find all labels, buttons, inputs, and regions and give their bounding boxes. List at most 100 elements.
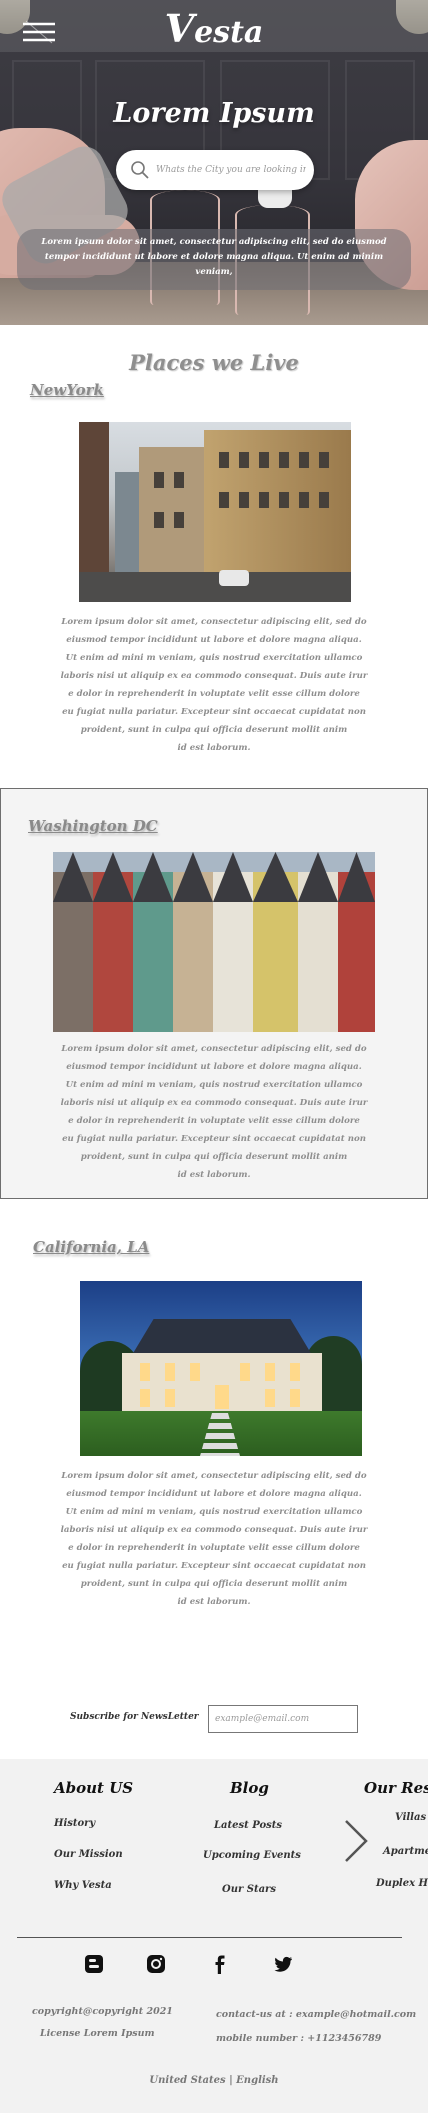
window	[299, 492, 309, 508]
search-icon[interactable]	[130, 160, 150, 180]
window	[319, 452, 329, 468]
place-description: Lorem ipsum dolor sit amet, consectetur …	[58, 1040, 370, 1184]
place-name-washington[interactable]: Washington DC	[28, 817, 158, 835]
footer-link-latest-posts[interactable]: Latest Posts	[214, 1820, 282, 1831]
footer-link-history[interactable]: History	[54, 1818, 95, 1829]
newsletter-label: Subscribe for NewsLetter	[70, 1712, 199, 1722]
car	[219, 570, 249, 586]
search-input[interactable]	[156, 159, 306, 181]
desc-line: eiusmod tempor incididunt ut labore et d…	[66, 635, 362, 645]
footer-blog-title: Blog	[230, 1779, 269, 1797]
brand-name: esta	[194, 15, 264, 50]
footer-about-title: About US	[54, 1779, 134, 1797]
brand-initial: V	[164, 6, 195, 51]
footer-link-why-vesta[interactable]: Why Vesta	[54, 1880, 112, 1891]
desc-line: e dolor in reprehenderit in voluptate ve…	[68, 689, 360, 699]
desc-line: eiusmod tempor incididunt ut labore et d…	[66, 1489, 362, 1499]
window	[219, 452, 229, 468]
desc-line: id est laborum.	[177, 1597, 251, 1607]
window	[219, 492, 229, 508]
place-description: Lorem ipsum dolor sit amet, consectetur …	[58, 1467, 370, 1611]
window	[174, 472, 184, 488]
desc-line: e dolor in reprehenderit in voluptate ve…	[68, 1116, 360, 1126]
footer-link-our-stars[interactable]: Our Stars	[222, 1884, 276, 1895]
desc-line: laboris nisi ut aliquip ex ea commodo co…	[60, 671, 368, 681]
footer-contact[interactable]: contact-us at : example@hotmail.com	[216, 2009, 416, 2020]
blogger-icon[interactable]	[84, 1954, 104, 1974]
window	[240, 1363, 250, 1381]
window	[239, 452, 249, 468]
window	[165, 1389, 175, 1407]
window	[319, 492, 329, 508]
desc-line: proident, sunt in culpa qui officia dese…	[80, 1152, 348, 1162]
footer	[0, 1759, 428, 2113]
hero-description: Lorem ipsum dolor sit amet, consectetur …	[17, 229, 411, 290]
window	[290, 1389, 300, 1407]
window	[239, 492, 249, 508]
desc-line: laboris nisi ut aliquip ex ea commodo co…	[60, 1098, 368, 1108]
california-image	[80, 1281, 362, 1456]
twitter-icon[interactable]	[273, 1954, 293, 1974]
footer-link-villas[interactable]: Villas	[395, 1812, 426, 1823]
desc-line: Lorem ipsum dolor sit amet, consectetur …	[61, 617, 367, 627]
footer-link-upcoming-events[interactable]: Upcoming Events	[203, 1850, 301, 1861]
window	[140, 1389, 150, 1407]
desc-line: proident, sunt in culpa qui officia dese…	[80, 1579, 348, 1589]
window	[190, 1363, 200, 1381]
footer-link-apartments[interactable]: Apartme	[383, 1846, 428, 1857]
brand-logo[interactable]: Vesta	[0, 6, 428, 51]
footer-locale[interactable]: United States | English	[0, 2075, 428, 2086]
window	[265, 1389, 275, 1407]
desc-line: eu fugiat nulla pariatur. Excepteur sint…	[62, 1134, 366, 1144]
instagram-icon[interactable]	[146, 1954, 166, 1974]
desc-line: id est laborum.	[177, 743, 251, 753]
roof	[132, 1319, 312, 1355]
window	[279, 492, 289, 508]
facebook-icon[interactable]	[210, 1954, 230, 1974]
desc-line: id est laborum.	[177, 1170, 251, 1180]
desc-line: eu fugiat nulla pariatur. Excepteur sint…	[62, 707, 366, 717]
hero-title: Lorem Ipsum	[113, 98, 315, 129]
place-name-california[interactable]: California, LA	[33, 1238, 149, 1256]
building	[79, 422, 109, 572]
footer-license: License Lorem Ipsum	[40, 2028, 155, 2039]
newsletter-email-input[interactable]	[208, 1705, 358, 1733]
window	[259, 452, 269, 468]
desc-line: proident, sunt in culpa qui officia dese…	[80, 725, 348, 735]
desc-line: Lorem ipsum dolor sit amet, consectetur …	[61, 1044, 367, 1054]
desc-line: Ut enim ad mini m veniam, quis nostrud e…	[65, 653, 363, 663]
building	[139, 447, 204, 577]
road	[79, 572, 351, 602]
desc-line: Ut enim ad mini m veniam, quis nostrud e…	[65, 1507, 363, 1517]
footer-link-duplex[interactable]: Duplex Ho	[376, 1878, 428, 1889]
desc-line: Lorem ipsum dolor sit amet, consectetur …	[61, 1471, 367, 1481]
city-search[interactable]	[116, 150, 314, 190]
section-heading: Places we Live	[129, 350, 299, 375]
desc-line: eu fugiat nulla pariatur. Excepteur sint…	[62, 1561, 366, 1571]
footer-divider	[17, 1937, 402, 1938]
footer-copyright: copyright@copyright 2021	[32, 2006, 173, 2017]
window	[279, 452, 289, 468]
place-description: Lorem ipsum dolor sit amet, consectetur …	[58, 613, 370, 757]
footer-mobile: mobile number : +1123456789	[216, 2033, 382, 2044]
desc-line: Ut enim ad mini m veniam, quis nostrud e…	[65, 1080, 363, 1090]
desc-line: eiusmod tempor incididunt ut labore et d…	[66, 1062, 362, 1072]
washington-image	[53, 852, 375, 1032]
chevron-right-icon[interactable]	[342, 1819, 370, 1863]
building	[115, 472, 140, 572]
door	[215, 1385, 229, 1409]
window	[265, 1363, 275, 1381]
window	[174, 512, 184, 528]
desc-line: laboris nisi ut aliquip ex ea commodo co…	[60, 1525, 368, 1535]
window	[154, 512, 164, 528]
window	[140, 1363, 150, 1381]
desc-line: e dolor in reprehenderit in voluptate ve…	[68, 1543, 360, 1553]
footer-residences-title: Our Resic	[364, 1779, 428, 1797]
footer-link-mission[interactable]: Our Mission	[54, 1849, 123, 1860]
window	[154, 472, 164, 488]
newyork-image	[79, 422, 351, 602]
window	[299, 452, 309, 468]
window	[290, 1363, 300, 1381]
place-name-newyork[interactable]: NewYork	[30, 381, 104, 399]
window	[165, 1363, 175, 1381]
